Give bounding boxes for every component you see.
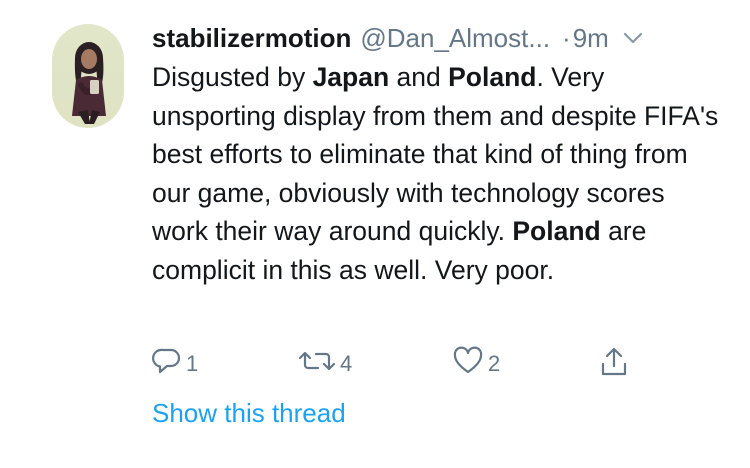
reply-button[interactable]: 1	[152, 346, 198, 382]
share-icon	[598, 346, 630, 384]
separator-dot: ·	[562, 22, 571, 53]
retweet-icon	[298, 346, 336, 382]
like-button[interactable]: 2	[452, 346, 500, 382]
chevron-down-icon[interactable]	[623, 32, 643, 44]
like-icon	[452, 346, 484, 382]
tweet-text-bold: Japan	[312, 62, 390, 92]
tweet-text-part: and	[389, 62, 449, 92]
like-count: 2	[488, 351, 501, 376]
user-handle[interactable]: @Dan_Almost...	[360, 23, 550, 54]
share-button[interactable]	[598, 346, 630, 384]
avatar[interactable]	[52, 24, 124, 128]
tweet-header: stabilizermotion @Dan_Almost... · 9m	[152, 18, 724, 58]
reply-count: 1	[186, 351, 199, 376]
tweet-actions: 1 4 2	[152, 346, 652, 382]
retweet-button[interactable]: 4	[298, 346, 352, 382]
timestamp[interactable]: 9m	[573, 23, 609, 54]
show-thread-link[interactable]: Show this thread	[152, 398, 346, 429]
tweet-text-bold: Poland	[448, 62, 537, 92]
tweet-text-bold: Poland	[512, 216, 601, 246]
reply-icon	[152, 346, 182, 382]
retweet-count: 4	[340, 351, 353, 376]
tweet-text-part: Disgusted by	[152, 62, 313, 92]
display-name[interactable]: stabilizermotion	[152, 23, 351, 54]
tweet-text: Disgusted by Japan and Poland. Very unsp…	[152, 58, 722, 289]
